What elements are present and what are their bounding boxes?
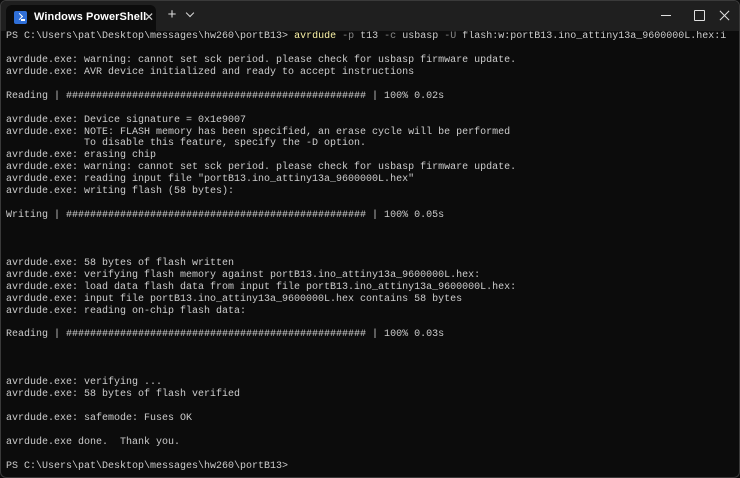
command-line: PS C:\Users\pat\Desktop\messages\hw260\p… — [6, 31, 739, 43]
output-line: avrdude.exe: reading on-chip flash data: — [6, 305, 247, 317]
powershell-window: Windows PowerShell ✕ + PS C:\Users\pat\D… — [0, 0, 740, 478]
output-line: avrdude.exe: 58 bytes of flash verified — [6, 389, 241, 401]
output-line: avrdude.exe: warning: cannot set sck per… — [6, 162, 517, 174]
output-line: Reading | ##############################… — [6, 329, 445, 341]
output-line: avrdude.exe: warning: cannot set sck per… — [6, 54, 517, 66]
arg-u: flash:w:portB13.ino_attiny13a_9600000L.h… — [462, 31, 727, 42]
output-line: avrdude.exe: erasing chip — [6, 150, 157, 162]
terminal-output[interactable]: PS C:\Users\pat\Desktop\messages\hw260\p… — [1, 31, 739, 477]
tab-title: Windows PowerShell — [34, 11, 147, 23]
output-line: avrdude.exe: input file portB13.ino_atti… — [6, 293, 463, 305]
output-line: To disable this feature, specify the -D … — [6, 138, 367, 150]
command-exe: avrdude — [294, 31, 337, 42]
prompt: PS C:\Users\pat\Desktop\messages\hw260\p… — [6, 31, 289, 42]
title-bar[interactable]: Windows PowerShell ✕ + — [1, 1, 739, 31]
chevron-down-icon[interactable] — [185, 8, 197, 22]
close-window-button[interactable] — [707, 1, 739, 31]
tab-powershell[interactable]: Windows PowerShell ✕ — [6, 5, 156, 31]
output-line: avrdude.exe: AVR device initialized and … — [6, 66, 415, 78]
output-lines: avrdude.exe: warning: cannot set sck per… — [6, 43, 739, 473]
output-line: avrdude.exe: reading input file "portB13… — [6, 174, 415, 186]
minimize-button[interactable] — [649, 1, 683, 31]
output-line: avrdude.exe: verifying ... — [6, 377, 163, 389]
output-line: avrdude.exe: load data flash data from i… — [6, 281, 517, 293]
output-line: avrdude.exe: Device signature = 0x1e9007 — [6, 114, 247, 126]
arg-p: t13 — [360, 31, 379, 42]
param-c: -c — [384, 31, 397, 42]
output-line: PS C:\Users\pat\Desktop\messages\hw260\p… — [6, 460, 289, 472]
output-line: avrdude.exe done. Thank you. — [6, 436, 181, 448]
output-line: avrdude.exe: verifying flash memory agai… — [6, 269, 481, 281]
param-u: -U — [444, 31, 457, 42]
output-line: avrdude.exe: writing flash (58 bytes): — [6, 186, 235, 198]
param-p: -p — [342, 31, 355, 42]
output-line: avrdude.exe: NOTE: FLASH memory has been… — [6, 126, 511, 138]
close-tab-button[interactable]: ✕ — [144, 9, 154, 25]
output-line: Writing | ##############################… — [6, 210, 445, 222]
output-line: Reading | ##############################… — [6, 90, 445, 102]
new-tab-button[interactable]: + — [165, 7, 179, 23]
output-line: avrdude.exe: 58 bytes of flash written — [6, 257, 235, 269]
arg-c: usbasp — [402, 31, 439, 42]
output-line: avrdude.exe: safemode: Fuses OK — [6, 413, 193, 424]
powershell-icon — [14, 11, 27, 24]
